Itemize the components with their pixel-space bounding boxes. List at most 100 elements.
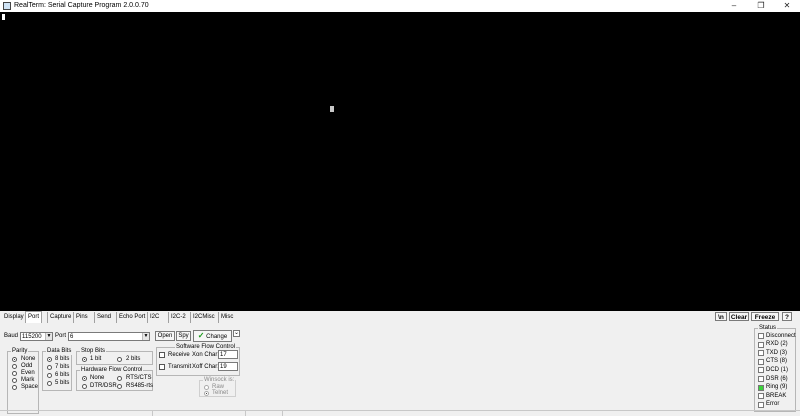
stop-bits-group: Stop Bits 1 bit 2 bits [76,348,153,365]
parity-mark-radio[interactable] [12,378,17,383]
status-label: Error [766,401,780,408]
hw-flow-none-label: None [90,375,105,381]
stop-bits-1-radio[interactable] [82,357,87,362]
status-group: Status Disconnect RXD (2) TXD (3) CTS (8) DC… [754,325,796,412]
maximize-button[interactable]: ❐ [748,0,774,12]
status-bar [0,410,800,416]
app-icon [3,2,11,10]
hw-flow-rtscts-radio[interactable] [117,376,122,381]
parity-none-label: None [21,356,36,362]
minimize-button[interactable]: – [721,0,747,12]
winsock-group: Winsock is: Raw Telnet [199,377,236,397]
tab-misc[interactable]: Misc [218,312,235,323]
receive-checkbox[interactable] [159,352,165,358]
status-led [758,384,764,391]
status-label: DSR (6) [766,375,788,382]
xoff-char-label: Xoff Char: [192,364,219,370]
tab-pins[interactable]: Pins [73,312,90,323]
data-bits-5-radio[interactable] [47,381,52,386]
xoff-char-input[interactable]: 19 [218,362,238,371]
hw-flow-none-radio[interactable] [82,376,87,381]
data-bits-6-radio[interactable] [47,373,52,378]
data-bits-5-label: 5 bits [55,380,70,386]
status-led [758,393,764,400]
change-button[interactable]: ✓ Change [193,330,232,342]
status-led [758,401,764,408]
newline-button[interactable]: \n [715,312,727,321]
parity-even-radio[interactable] [12,371,17,376]
terminal-character [330,106,334,112]
hw-flow-rs485-label: RS485-rts [126,383,154,389]
status-label: Ring (9) [766,384,788,391]
winsock-telnet-label: Telnet [212,390,229,396]
baud-value: 115200 [22,334,42,340]
winsock-raw-radio[interactable] [204,385,209,390]
transmit-label: Transmit [168,364,192,370]
status-label: BREAK [766,392,787,399]
port-panel: Baud 115200 ▼ Port 6 ▼ Open Spy ✓ Change… [0,323,800,416]
software-flow-group: Software Flow Control Receive Xon Char: … [156,344,240,376]
tab-port[interactable]: Port [25,311,43,323]
freeze-button[interactable]: Freeze [751,312,779,321]
change-dropdown-chevron-icon[interactable]: ⌄ [233,330,240,337]
hw-flow-dtrdsr-label: DTR/DSR [90,383,117,389]
change-label: Change [206,334,228,340]
transmit-checkbox[interactable] [159,364,165,370]
data-bits-title: Data Bits [46,348,73,355]
xon-char-label: Xon Char: [192,352,220,358]
hardware-flow-group: Hardware Flow Control None RTS/CTS DTR/D… [76,367,154,391]
tab-capture[interactable]: Capture [47,312,73,323]
parity-space-label: Space [21,384,39,390]
status-led [758,350,764,357]
data-bits-8-label: 8 bits [55,356,70,362]
port-label: Port [55,333,67,339]
chevron-down-icon: ▼ [142,333,149,340]
tab-display[interactable]: Display [2,312,26,323]
status-bar-divider [245,411,246,416]
chevron-down-icon: ▼ [45,333,52,340]
status-bar-divider [152,411,153,416]
terminal-cursor [2,14,5,20]
parity-mark-label: Mark [21,377,35,383]
parity-group: Parity None Odd Even Mark Space [7,348,39,414]
stop-bits-title: Stop Bits [80,348,107,355]
status-label: RXD (2) [766,341,788,348]
spy-button[interactable]: Spy [176,331,191,341]
stop-bits-2-radio[interactable] [117,357,122,362]
status-led [758,333,764,339]
parity-odd-radio[interactable] [12,364,17,369]
data-bits-8-radio[interactable] [47,357,52,362]
hw-flow-rs485-radio[interactable] [117,384,122,389]
receive-label: Receive [168,352,190,358]
data-bits-group: Data Bits 8 bits 7 bits 6 bits 5 bits [42,348,73,391]
parity-space-radio[interactable] [12,385,17,390]
tab-i2cmisc[interactable]: I2CMisc [190,312,217,323]
hw-flow-rtscts-label: RTS/CTS [126,375,152,381]
baud-select[interactable]: 115200 ▼ [20,332,53,341]
status-label: DCD (1) [766,366,788,373]
winsock-telnet-radio[interactable] [204,391,209,396]
close-button[interactable]: ✕ [774,0,800,12]
status-label: CTS (8) [766,358,787,365]
terminal-display[interactable] [0,12,800,311]
status-bar-divider [282,411,283,416]
tab-i2c[interactable]: I2C [147,312,161,323]
tab-send[interactable]: Send [94,312,113,323]
data-bits-7-radio[interactable] [47,365,52,370]
status-led [758,358,764,365]
tab-i2c-2[interactable]: I2C-2 [168,312,188,323]
port-select[interactable]: 6 ▼ [68,332,150,341]
baud-label: Baud [4,333,19,339]
status-led [758,376,764,382]
open-button[interactable]: Open [155,331,175,341]
data-bits-7-label: 7 bits [55,364,70,370]
parity-none-radio[interactable] [12,357,17,362]
stop-bits-1-label: 1 bit [90,356,102,362]
title-bar: RealTerm: Serial Capture Program 2.0.0.7… [0,0,800,12]
xon-char-input[interactable]: 17 [218,350,238,359]
tab-echo-port[interactable]: Echo Port [116,312,147,323]
hw-flow-dtrdsr-radio[interactable] [82,384,87,389]
parity-even-label: Even [21,370,35,376]
help-button[interactable]: ? [782,312,792,321]
clear-button[interactable]: Clear [729,312,749,321]
